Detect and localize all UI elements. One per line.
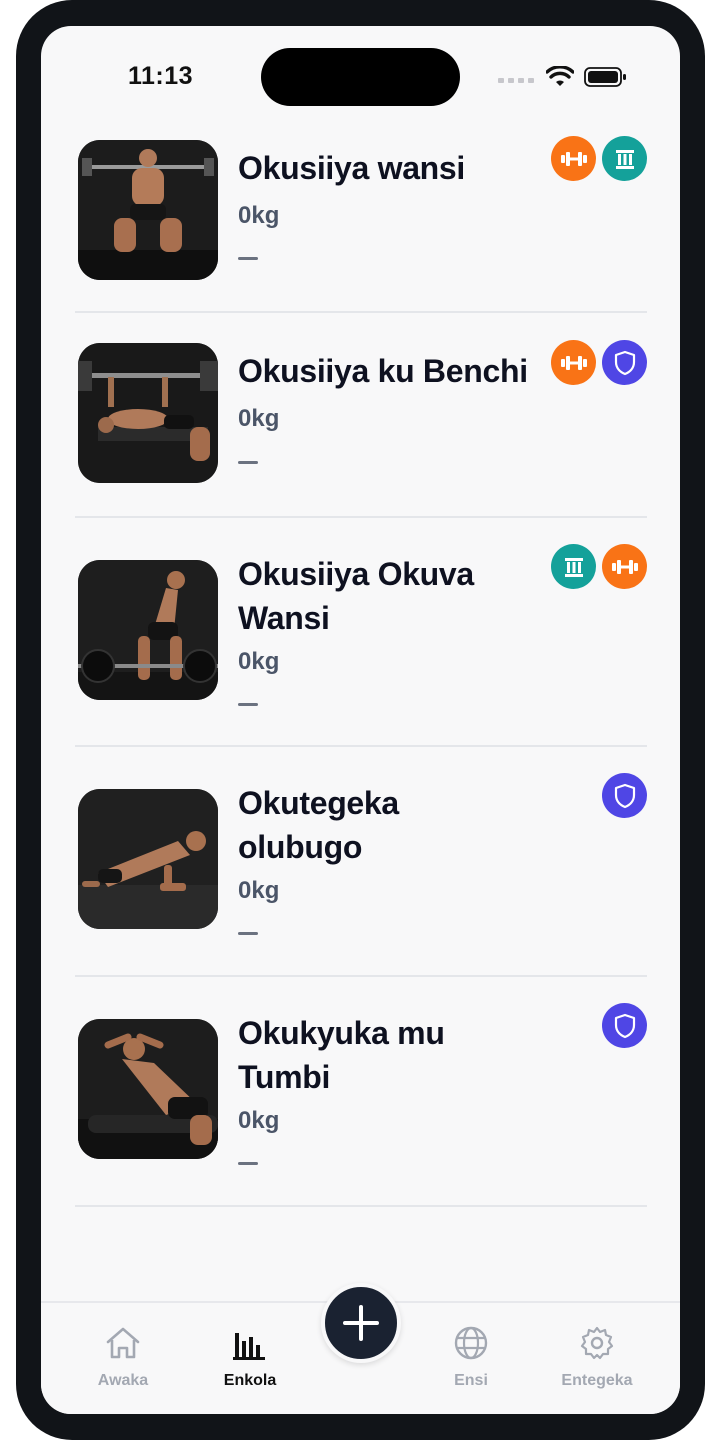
- last-set-dash: [238, 1162, 258, 1165]
- exercise-row[interactable]: Okusiiya ku Benchi 0kg: [75, 313, 647, 518]
- exercise-name: Okusiiya Okuva Wansi: [238, 556, 474, 636]
- tag-badges: [551, 544, 647, 589]
- exercise-thumbnail: [78, 140, 218, 280]
- nav-label-home: Awaka: [97, 1372, 149, 1389]
- tag-badges: [551, 340, 647, 385]
- last-set-dash: [238, 461, 258, 464]
- nav-item-home[interactable]: Awaka: [73, 1325, 173, 1390]
- nav-label-stats: Enkola: [223, 1372, 277, 1389]
- nav-label-settings: Entegeka: [561, 1372, 633, 1389]
- nav-label-world: Ensi: [454, 1372, 488, 1389]
- app-screen: 11:13 Okusiiya wansi 0kg Okusiiya ku Ben…: [41, 26, 680, 1414]
- plus-icon: [343, 1305, 379, 1341]
- exercise-weight: 0kg: [238, 877, 280, 904]
- bar-chart-icon: [233, 1333, 265, 1360]
- tag-badges: [602, 1003, 647, 1048]
- signal-icon: [498, 77, 534, 83]
- status-time: 11:13: [128, 62, 194, 90]
- pillar-icon: [602, 136, 647, 181]
- globe-icon: [454, 1326, 488, 1360]
- status-indicators: [498, 64, 628, 90]
- home-icon: [106, 1327, 140, 1359]
- exercise-weight: 0kg: [238, 648, 280, 675]
- gear-icon: [580, 1326, 614, 1360]
- pillar-icon: [551, 544, 596, 589]
- exercise-thumbnail: [78, 1019, 218, 1159]
- dumbbell-icon: [551, 136, 596, 181]
- exercise-name: Okusiiya ku Benchi: [238, 353, 528, 389]
- exercise-thumbnail: [78, 789, 218, 929]
- exercise-weight: 0kg: [238, 202, 280, 229]
- exercise-weight: 0kg: [238, 405, 280, 432]
- exercise-row[interactable]: Okusiiya wansi 0kg: [75, 126, 647, 313]
- shield-icon: [602, 1003, 647, 1048]
- exercise-weight: 0kg: [238, 1107, 280, 1134]
- last-set-dash: [238, 932, 258, 935]
- shield-icon: [602, 773, 647, 818]
- exercise-name: Okutegeka olubugo: [238, 785, 399, 865]
- exercise-name: Okusiiya wansi: [238, 150, 466, 186]
- exercise-thumbnail: [78, 560, 218, 700]
- exercise-name: Okukyuka mu Tumbi: [238, 1015, 445, 1095]
- wifi-icon: [546, 66, 574, 86]
- dumbbell-icon: [602, 544, 647, 589]
- tag-badges: [602, 773, 647, 818]
- tag-badges: [551, 136, 647, 181]
- nav-item-settings[interactable]: Entegeka: [547, 1325, 647, 1390]
- exercise-row[interactable]: Okusiiya Okuva Wansi 0kg: [75, 518, 647, 747]
- nav-item-stats[interactable]: Enkola: [200, 1325, 300, 1390]
- add-button[interactable]: [321, 1283, 401, 1363]
- exercise-row[interactable]: Okutegeka olubugo 0kg: [75, 747, 647, 977]
- dumbbell-icon: [551, 340, 596, 385]
- exercise-row[interactable]: Okukyuka mu Tumbi 0kg: [75, 977, 647, 1207]
- dynamic-island: [261, 48, 460, 106]
- nav-item-world[interactable]: Ensi: [421, 1325, 521, 1390]
- phone-frame: 11:13 Okusiiya wansi 0kg Okusiiya ku Ben…: [16, 0, 705, 1440]
- exercise-thumbnail: [78, 343, 218, 483]
- shield-icon: [602, 340, 647, 385]
- last-set-dash: [238, 257, 258, 260]
- last-set-dash: [238, 703, 258, 706]
- battery-icon: [584, 67, 626, 87]
